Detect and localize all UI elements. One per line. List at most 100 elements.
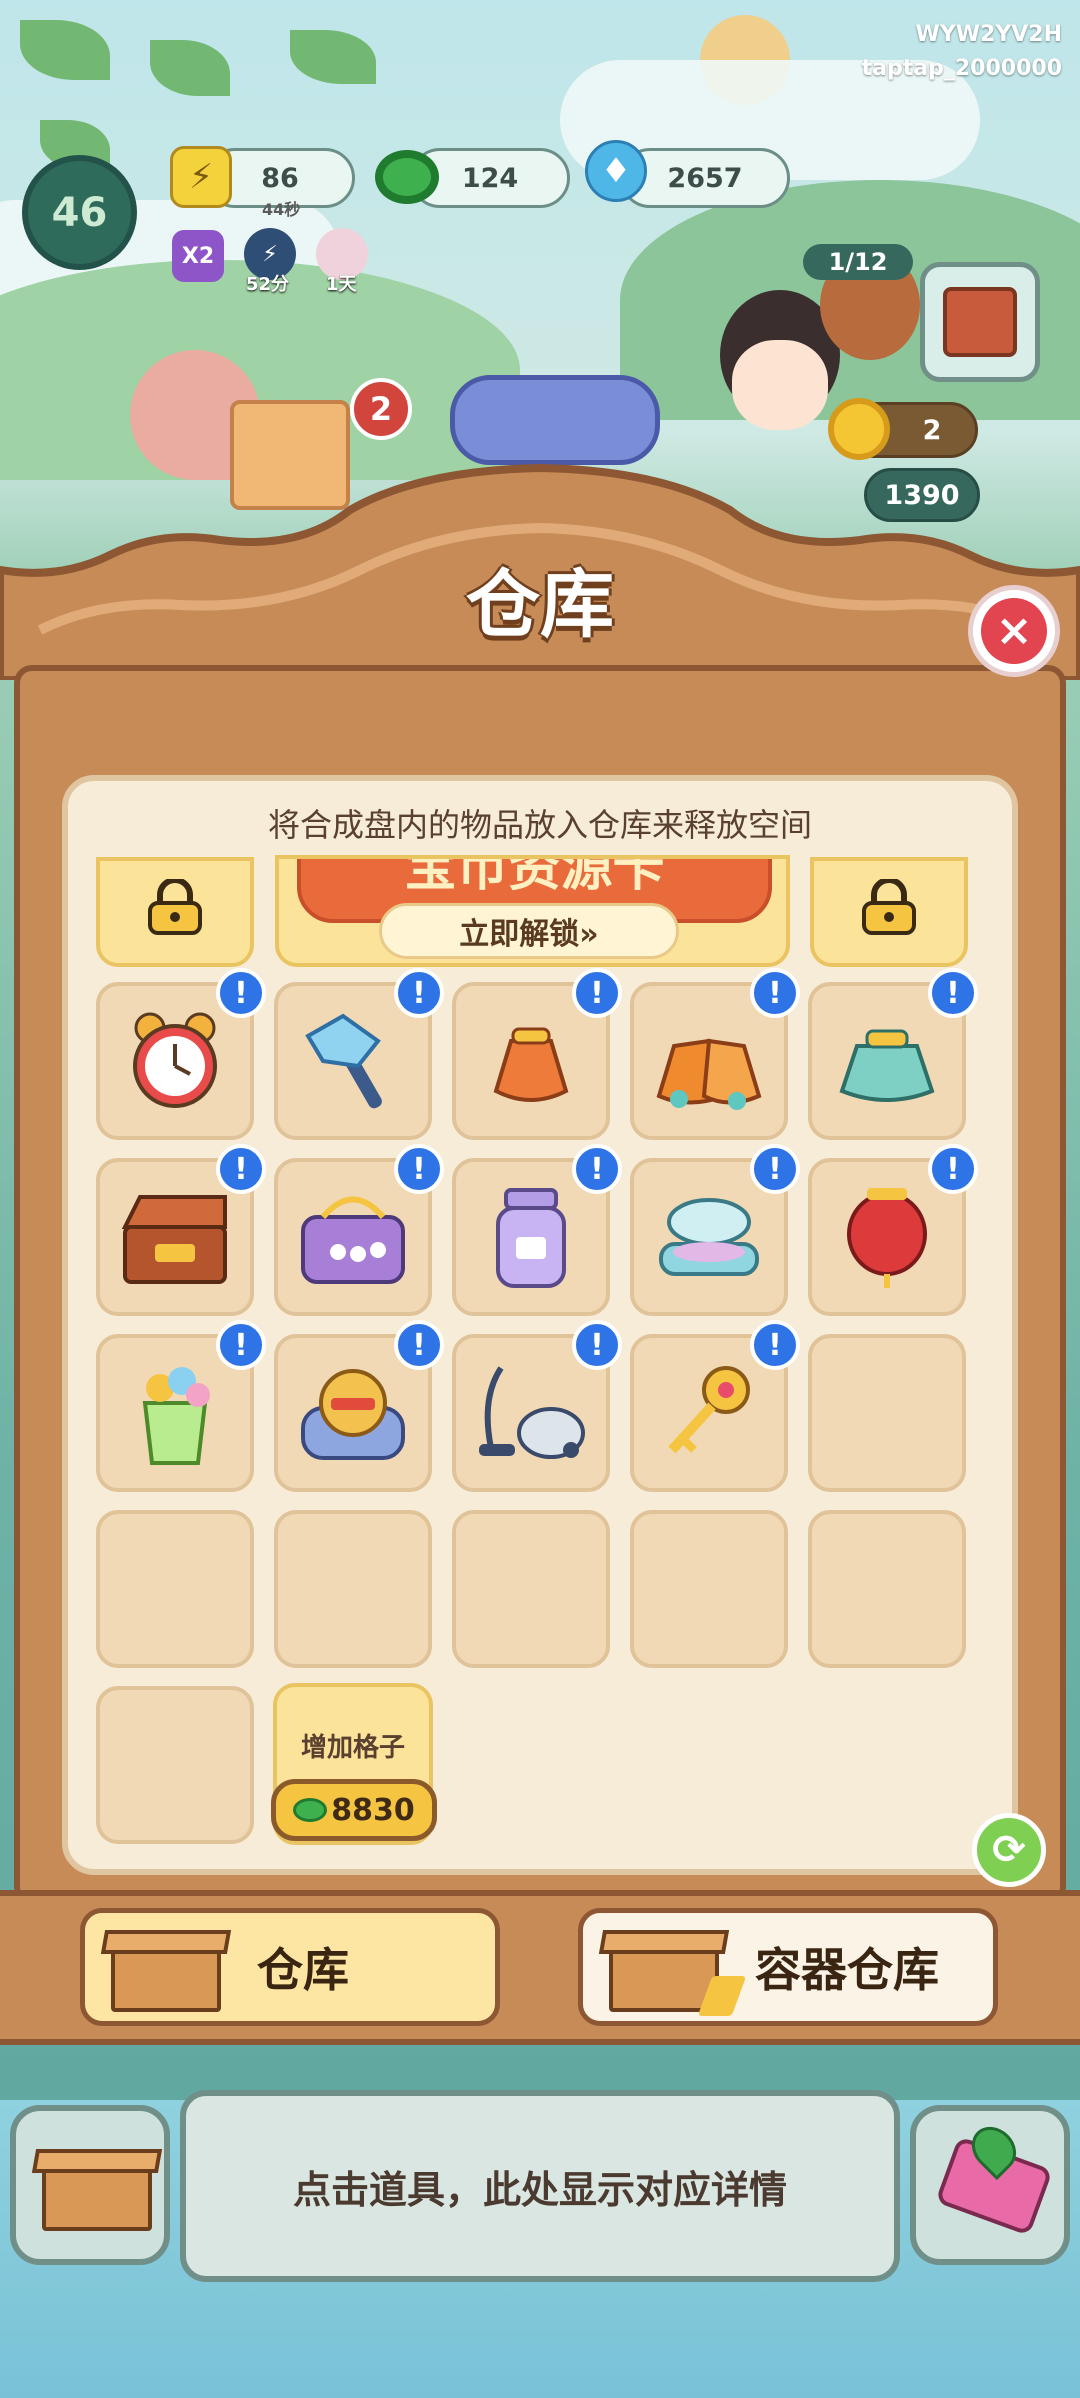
warehouse-slot-jade-pouch[interactable]: ! (808, 968, 978, 1140)
warehouse-slot-compact-powder[interactable]: ! (630, 1144, 800, 1316)
alarm-clock-icon (133, 1012, 217, 1108)
new-item-badge: ! (750, 968, 800, 1018)
empty-slot[interactable] (808, 1334, 966, 1492)
empty-slot[interactable] (274, 1510, 432, 1668)
tab-warehouse[interactable]: 仓库 (80, 1908, 500, 2026)
new-item-badge: ! (216, 968, 266, 1018)
pearl-necklace-icon (301, 1196, 405, 1284)
new-item-badge: ! (216, 1144, 266, 1194)
new-item-badge: ! (394, 1144, 444, 1194)
resource-card-promo[interactable]: 宝币资源卡 立即解锁» (275, 855, 790, 967)
flame-gem-icon: ♦ (585, 140, 647, 202)
flower-vase-icon (142, 1367, 210, 1465)
box-icon (31, 2141, 164, 2231)
crystal-hammer-icon (305, 1013, 382, 1109)
empty-slot[interactable] (96, 1686, 254, 1844)
close-icon: × (981, 598, 1047, 664)
notification-count-badge[interactable]: 2 (350, 378, 412, 440)
warehouse-slot-lion-dance-plush[interactable]: ! (274, 1320, 444, 1492)
golden-key-icon (668, 1366, 750, 1454)
double-boost-badge[interactable]: X2 (172, 230, 224, 282)
player-level-value: 46 (51, 189, 108, 236)
boy-character-face (732, 340, 828, 430)
vacuum-cleaner-icon (479, 1366, 585, 1459)
new-item-badge: ! (928, 1144, 978, 1194)
purple-jar-icon (496, 1188, 566, 1288)
warehouse-slot-jewelry-chest[interactable]: ! (96, 1144, 266, 1316)
new-item-badge: ! (572, 1320, 622, 1370)
add-slot-cost: 8830 (331, 1792, 415, 1828)
energy-timer: 44秒 (262, 200, 301, 219)
tab-warehouse-label: 仓库 (257, 1943, 349, 1997)
warehouse-subtitle: 将合成盘内的物品放入仓库来释放空间 (267, 806, 812, 844)
lion-dance-plush-icon (301, 1369, 405, 1460)
coin-icon (375, 150, 439, 204)
refresh-button[interactable]: ⟳ (972, 1813, 1046, 1887)
lock-icon (148, 879, 202, 935)
unlock-now-button[interactable]: 立即解锁» (379, 903, 679, 959)
coin-icon (293, 1798, 328, 1822)
warehouse-slot-flower-vase[interactable]: ! (96, 1320, 266, 1492)
new-item-badge: ! (572, 968, 622, 1018)
box-icon (100, 1922, 233, 2012)
energy-value: 86 (261, 162, 299, 194)
empty-slot[interactable] (96, 1510, 254, 1668)
container-box-icon (598, 1922, 747, 2016)
account-code: WYW2YV2H (915, 22, 1062, 47)
new-item-badge: ! (750, 1320, 800, 1370)
energy-lightning-icon: ⚡ (170, 146, 232, 208)
shop-stall-icon (943, 287, 1017, 357)
warehouse-title: 仓库 (466, 562, 614, 648)
shop-button[interactable] (920, 262, 1040, 382)
resource-card-title: 宝币资源卡 (404, 855, 665, 898)
storage-box-button[interactable] (10, 2105, 170, 2265)
locked-slot[interactable] (810, 857, 968, 967)
jewelry-chest-icon (121, 1195, 227, 1284)
lock-icon (862, 879, 916, 935)
lightning-boost-timer: 52分 (246, 274, 290, 295)
add-slot-cost-button[interactable]: 8830 (271, 1779, 437, 1841)
tab-container-warehouse[interactable]: 容器仓库 (578, 1908, 998, 2026)
orange-pouch-icon (493, 1027, 569, 1102)
locked-slot[interactable] (96, 857, 254, 967)
new-item-badge: ! (394, 1320, 444, 1370)
warehouse-slot-red-lantern[interactable]: ! (808, 1144, 978, 1316)
account-id: taptap_2000000 (861, 56, 1062, 81)
new-item-badge: ! (750, 1144, 800, 1194)
empty-slot[interactable] (630, 1510, 788, 1668)
new-item-badge: ! (928, 968, 978, 1018)
vine-leaf (20, 20, 110, 80)
add-slot-cell[interactable]: 增加格子 8830 (271, 1683, 437, 1845)
warehouse-slot-golden-key[interactable]: ! (630, 1320, 800, 1492)
new-item-badge: ! (216, 1320, 266, 1370)
red-lantern-icon (847, 1188, 927, 1288)
map-phone-button[interactable] (910, 2105, 1070, 2265)
warehouse-slot-alarm-clock[interactable]: ! (96, 968, 266, 1140)
vine-leaf (150, 40, 230, 96)
warehouse-slot-orange-pouch[interactable]: ! (452, 968, 622, 1140)
warehouse-slot-pearl-necklace[interactable]: ! (274, 1144, 444, 1316)
empty-slot[interactable] (808, 1510, 966, 1668)
gems-value: 2657 (667, 162, 743, 194)
compact-powder-icon (659, 1198, 759, 1276)
coins-value: 124 (461, 162, 519, 194)
close-button[interactable]: × (968, 585, 1060, 677)
player-level-badge[interactable]: 46 (22, 155, 137, 270)
add-slot-label: 增加格子 (300, 1733, 405, 1763)
warehouse-slot-crystal-hammer[interactable]: ! (274, 968, 444, 1140)
flower-count-value: 2 (922, 414, 942, 446)
warehouse-slot-treasure-bags[interactable]: ! (630, 968, 800, 1140)
empty-slot[interactable] (452, 1510, 610, 1668)
character-boost-timer: 1天 (326, 274, 357, 295)
treasure-bags-icon (656, 1038, 762, 1110)
warehouse-slot-purple-jar[interactable]: ! (452, 1144, 622, 1316)
visitor-progress: 1/12 (803, 244, 913, 280)
warehouse-slot-vacuum-cleaner[interactable]: ! (452, 1320, 622, 1492)
item-detail-panel: 点击道具，此处显示对应详情 (180, 2090, 900, 2282)
item-detail-hint: 点击道具，此处显示对应详情 (292, 2167, 787, 2212)
new-item-badge: ! (394, 968, 444, 1018)
vine-leaf (290, 30, 376, 84)
refresh-icon: ⟳ (992, 1827, 1026, 1873)
tab-container-warehouse-label: 容器仓库 (755, 1943, 939, 1997)
jade-pouch-icon (839, 1029, 935, 1102)
